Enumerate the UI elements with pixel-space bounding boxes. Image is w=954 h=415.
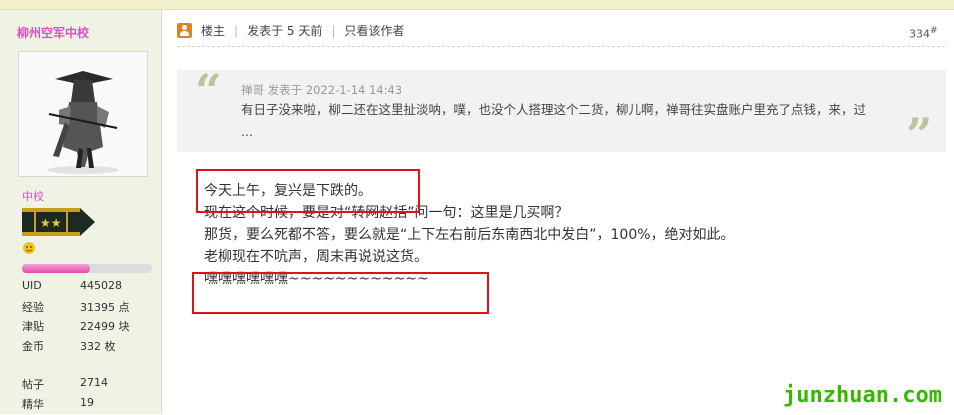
separator: | xyxy=(331,24,335,38)
top-bar xyxy=(0,0,954,10)
quote-open-icon: “ xyxy=(195,64,221,118)
author-name[interactable]: 柳州空军中校 xyxy=(17,24,89,41)
stat-label: 金币 xyxy=(22,338,80,358)
stat-row: 帖子2714 xyxy=(22,376,108,396)
post-time: 发表于 5 天前 xyxy=(247,22,322,39)
header-divider xyxy=(177,46,945,47)
level-icons xyxy=(22,241,72,259)
post-line: 老柳现在不吭声，周末再说说这货。 xyxy=(204,246,735,268)
experience-progress-bar xyxy=(22,264,152,273)
louzhu-label: 楼主 xyxy=(201,22,225,39)
only-author-link[interactable]: 只看该作者 xyxy=(344,22,404,39)
separator: | xyxy=(234,24,238,38)
stat-value: 19 xyxy=(80,396,94,415)
stat-row: UID445028 xyxy=(22,279,130,299)
stat-row: 津贴22499 块 xyxy=(22,318,130,338)
rank-badge-icon: ★★ xyxy=(22,208,95,236)
stat-label: 帖子 xyxy=(22,376,80,396)
post-line: 那货，要么死都不答，要么就是“上下左右前后东南西北中发白”，100%，绝对如此。 xyxy=(204,224,735,246)
stat-value: 2714 xyxy=(80,376,108,396)
author-stats-extra: 帖子2714精华19 xyxy=(22,376,108,415)
svg-text:★★: ★★ xyxy=(40,216,62,230)
stat-row: 金币332 枚 xyxy=(22,338,130,358)
quote-meta: 禅哥 发表于 2022-1-14 14:43 xyxy=(241,82,402,98)
stat-row: 经验31395 点 xyxy=(22,299,130,319)
post-header: 楼主 | 发表于 5 天前 | 只看该作者 xyxy=(177,22,404,39)
highlight-box xyxy=(196,169,420,213)
watermark: junzhuan.com xyxy=(783,383,942,408)
author-sidebar: 柳州空军中校 中校 ★★ xyxy=(0,10,162,414)
floor-number[interactable]: 334# xyxy=(909,26,938,41)
author-stats: UID445028经验31395 点津贴22499 块金币332 枚 xyxy=(22,279,130,357)
progress-fill xyxy=(22,264,90,273)
highlight-box xyxy=(192,272,489,314)
quote-text: 有日子没来啦，柳二还在这里扯淡呐，噗，也没个人搭理这个二货，柳儿啊，禅哥往实盘账… xyxy=(241,99,881,143)
stat-label: 津贴 xyxy=(22,318,80,338)
quote-close-icon: ” xyxy=(906,108,932,162)
stat-value: 445028 xyxy=(80,279,122,299)
stat-label: 经验 xyxy=(22,299,80,319)
stat-label: UID xyxy=(22,279,80,299)
avatar[interactable] xyxy=(18,51,148,177)
stat-label: 精华 xyxy=(22,396,80,415)
stat-value: 332 枚 xyxy=(80,338,116,358)
stat-value: 31395 点 xyxy=(80,299,130,319)
stat-value: 22499 块 xyxy=(80,318,130,338)
rank-title[interactable]: 中校 xyxy=(22,188,44,204)
stat-row: 精华19 xyxy=(22,396,108,415)
user-icon xyxy=(177,23,192,38)
avatar-image xyxy=(19,52,147,176)
